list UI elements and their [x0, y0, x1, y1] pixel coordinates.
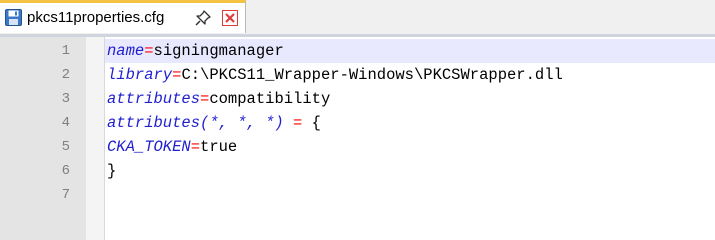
code-line: 7 [0, 183, 715, 207]
operator: = [200, 90, 210, 108]
line-number: 1 [61, 43, 70, 59]
save-icon [5, 9, 22, 26]
config-value: true [200, 138, 238, 156]
line-number: 6 [61, 163, 70, 179]
editor-area[interactable]: 1 name=signingmanager 2 library=C:\PKCS1… [0, 37, 715, 240]
operator: = [144, 42, 154, 60]
code-line: 1 name=signingmanager [0, 39, 715, 63]
close-icon[interactable] [222, 10, 238, 26]
config-key: library [107, 66, 173, 84]
operator: = [190, 138, 201, 156]
open-brace: { [311, 114, 321, 132]
tab-filename: pkcs11properties.cfg [27, 9, 165, 26]
code-line: 2 library=C:\PKCS11_Wrapper-Windows\PKCS… [0, 63, 715, 87]
code-text[interactable]: attributes=compatibility [107, 87, 330, 111]
close-brace: } [107, 162, 117, 180]
config-value: signingmanager [153, 42, 284, 60]
config-key: attributes(*, *, *) [107, 114, 284, 132]
code-line: 6 } [0, 159, 715, 183]
line-number: 7 [61, 187, 70, 203]
code-line: 5 CKA_TOKEN=true [0, 135, 715, 159]
config-key: CKA_TOKEN [107, 138, 191, 156]
code-text[interactable]: CKA_TOKEN=true [107, 135, 237, 159]
notepad-window: pkcs11properties.cfg 1 name=signingmanag… [0, 0, 715, 240]
code-text[interactable]: name=signingmanager [107, 39, 284, 63]
code-line: 3 attributes=compatibility [0, 87, 715, 111]
config-value: compatibility [209, 90, 331, 108]
code-text[interactable]: library=C:\PKCS11_Wrapper-Windows\PKCSWr… [107, 63, 563, 87]
code-line: 4 attributes(*, *, *) = { [0, 111, 715, 135]
tab-bar: pkcs11properties.cfg [0, 0, 715, 34]
line-number: 2 [61, 67, 70, 83]
config-value: C:\PKCS11_Wrapper-Windows\PKCSWrapper.dl… [181, 66, 563, 84]
config-key: attributes [107, 90, 201, 108]
line-number: 3 [61, 91, 70, 107]
line-number: 5 [61, 139, 70, 155]
code-text[interactable]: attributes(*, *, *) = { [107, 111, 321, 135]
operator: = [283, 114, 312, 132]
pin-icon[interactable] [195, 10, 211, 26]
config-key: name [107, 42, 145, 60]
line-number: 4 [61, 115, 70, 131]
code-text[interactable]: } [107, 159, 116, 183]
tab-pkcs11properties[interactable]: pkcs11properties.cfg [0, 0, 246, 33]
